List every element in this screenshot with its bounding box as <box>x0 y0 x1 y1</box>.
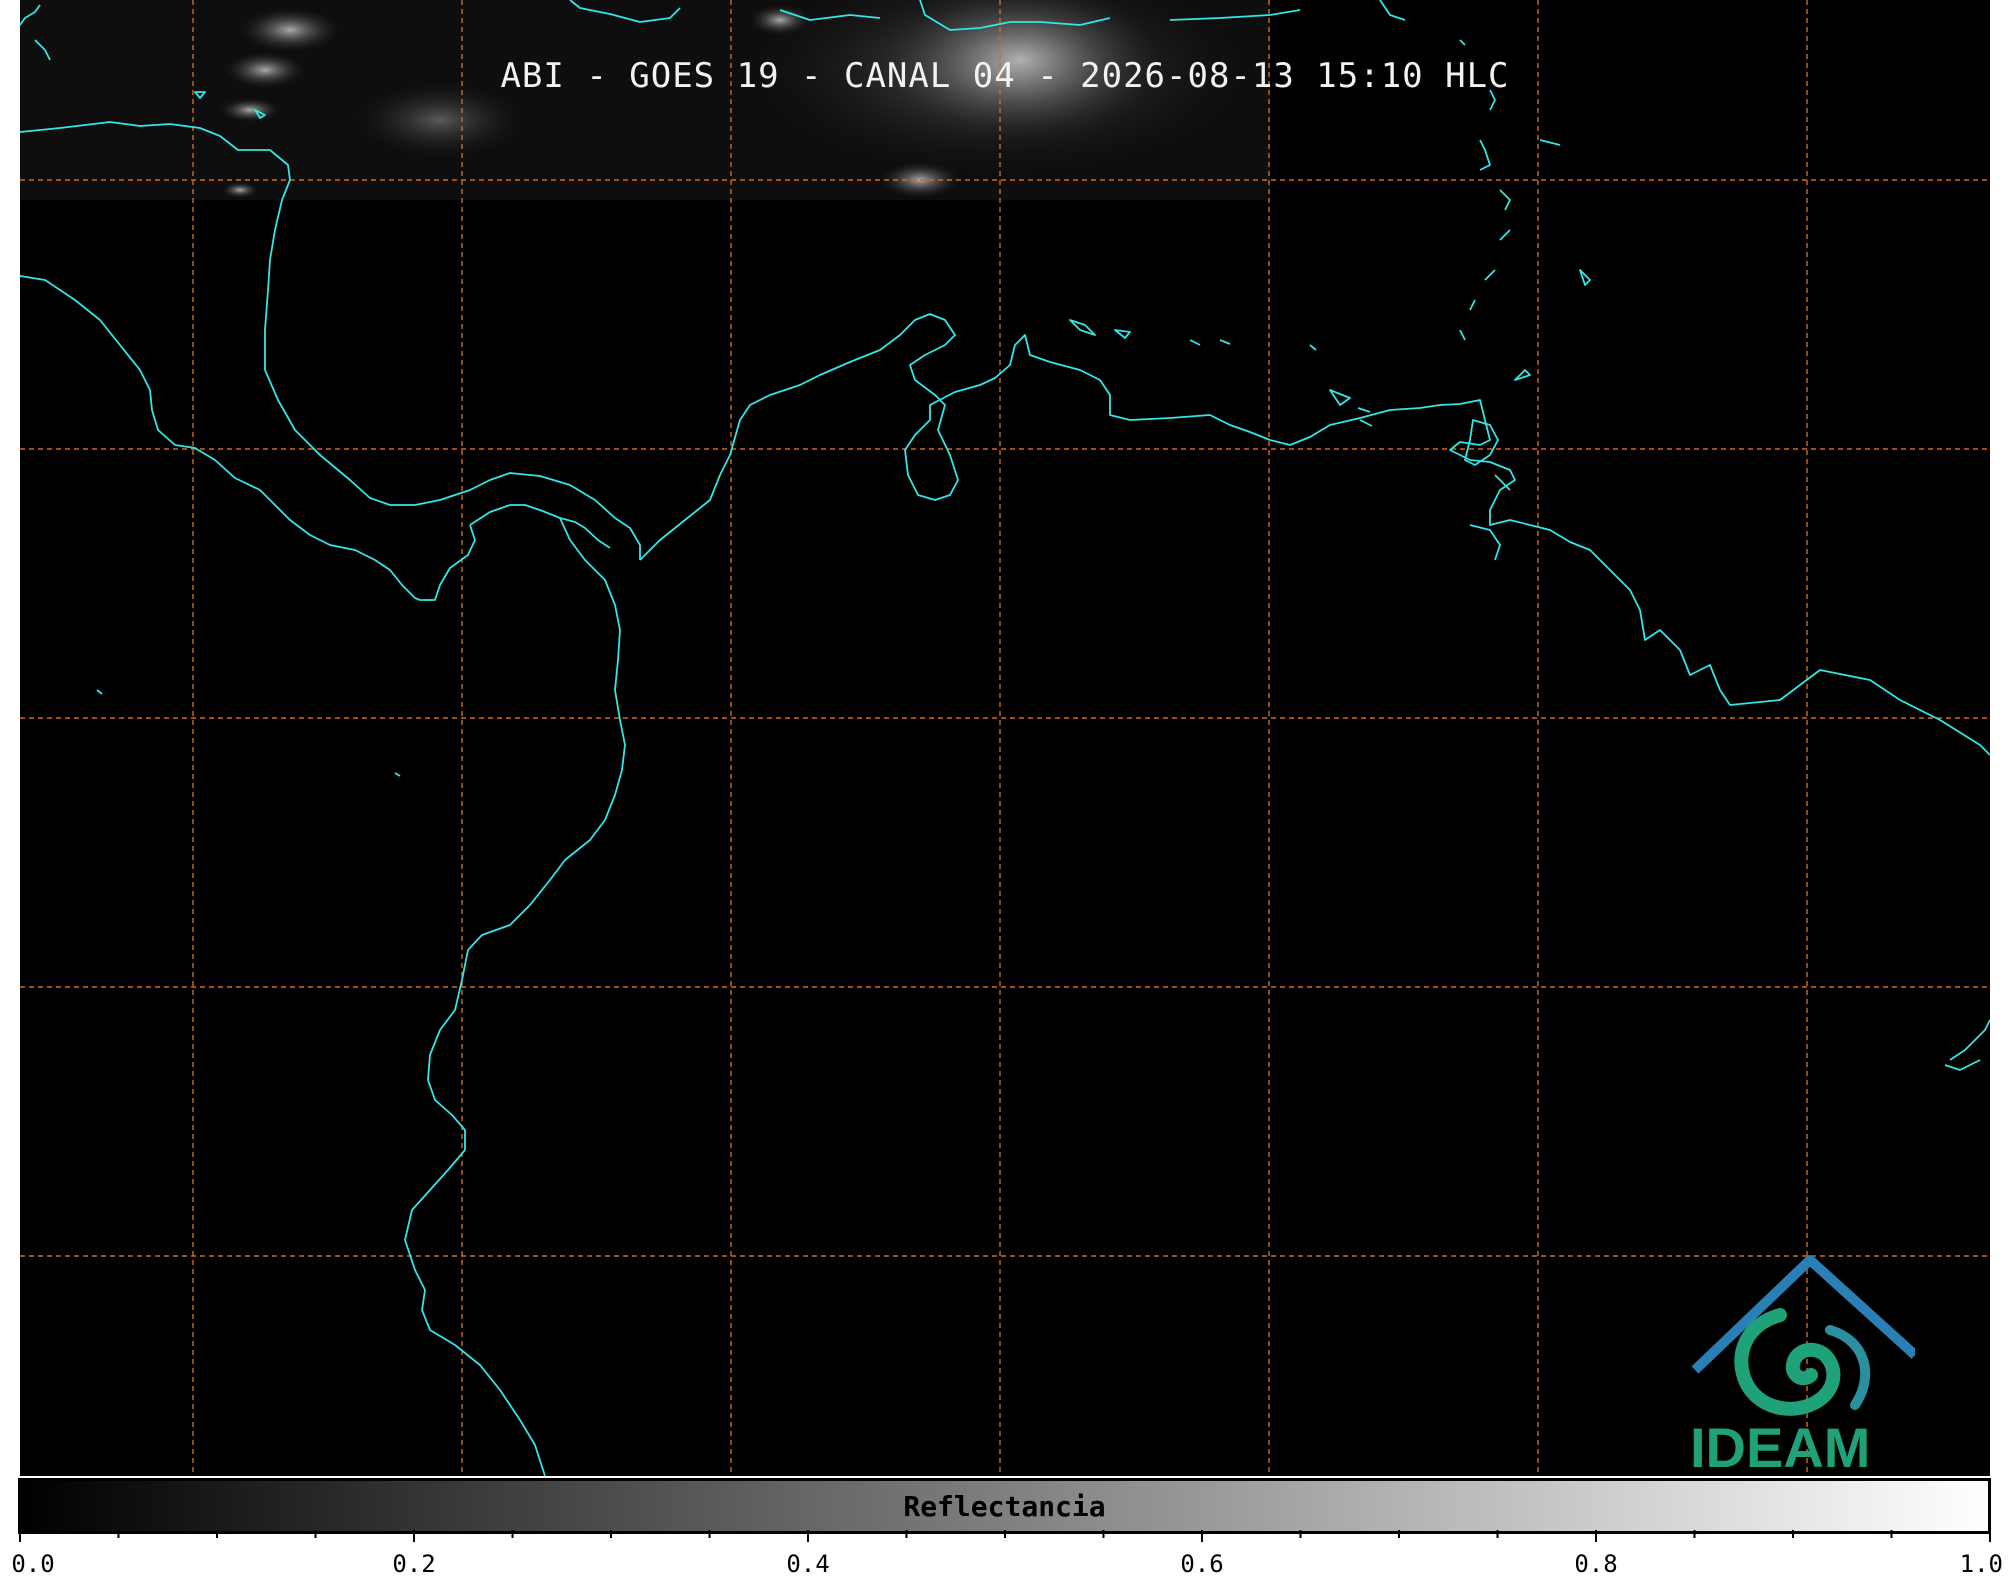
coastline-pacific-central-america <box>20 275 476 601</box>
colorbar-tick-label: 0.8 <box>1574 1550 1618 1578</box>
colorbar-tick-label: 1.0 <box>1959 1550 2004 1578</box>
coastline-offshore-island <box>96 689 401 777</box>
coastline-panama <box>469 504 611 549</box>
colorbar-tick-label: 0.2 <box>392 1550 436 1578</box>
map-title: ABI - GOES 19 - CANAL 04 - 2026-08-13 15… <box>500 56 1510 96</box>
colorbar-ticks <box>19 1530 1991 1542</box>
colorbar-tick-label: 0.6 <box>1180 1550 1224 1578</box>
coastline-guianas <box>1944 1019 1990 1071</box>
colorbar-tick-label: 0.0 <box>11 1550 55 1578</box>
colorbar: Reflectancia <box>18 1478 1991 1534</box>
colorbar-label: Reflectancia <box>903 1490 1106 1523</box>
cloud-layer <box>20 0 1270 200</box>
colorbar-tick-label: 0.4 <box>786 1550 830 1578</box>
satellite-map: ABI - GOES 19 - CANAL 04 - 2026-08-13 15… <box>20 0 1990 1476</box>
coastline-caribbean-south-america <box>639 313 1990 756</box>
coastline-pacific-south-america <box>404 517 626 1476</box>
coastline-lake-maracaibo <box>1464 419 1499 466</box>
logo-text: IDEAM <box>1690 1416 1871 1479</box>
